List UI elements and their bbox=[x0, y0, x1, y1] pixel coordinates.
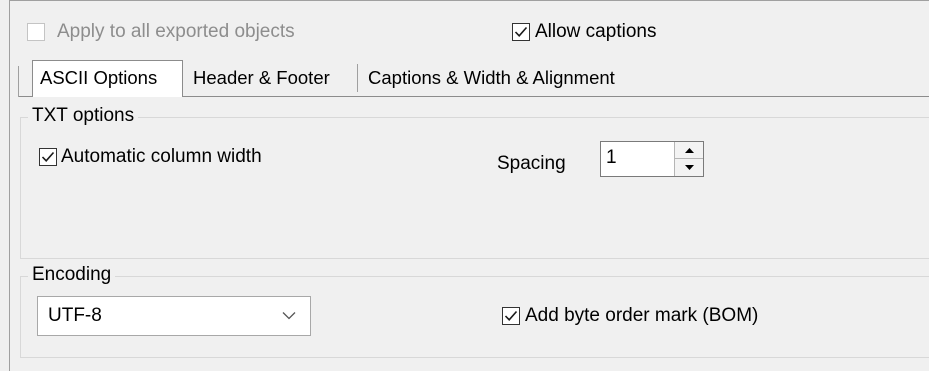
txt-options-group bbox=[20, 117, 929, 259]
allow-captions-label: Allow captions bbox=[535, 21, 657, 42]
checkmark-icon bbox=[514, 26, 528, 37]
tab-strip-left-edge bbox=[18, 66, 19, 97]
panel-top-border bbox=[9, 0, 929, 1]
checkmark-icon bbox=[504, 310, 518, 321]
chevron-down-icon bbox=[282, 312, 296, 320]
spacing-value[interactable]: 1 bbox=[606, 147, 617, 169]
encoding-dropdown-arrow[interactable] bbox=[280, 306, 298, 324]
auto-column-width-label: Automatic column width bbox=[61, 146, 262, 167]
allow-captions-checkbox-box[interactable] bbox=[512, 23, 530, 41]
add-bom-checkbox-box[interactable] bbox=[502, 307, 520, 325]
auto-column-width-checkbox-box[interactable] bbox=[39, 148, 57, 166]
tab-separator bbox=[357, 64, 358, 92]
spacing-label: Spacing bbox=[497, 153, 566, 174]
encoding-selected-value: UTF-8 bbox=[48, 305, 102, 326]
spacing-spinner-buttons bbox=[674, 142, 703, 176]
tab-ascii-options-label: ASCII Options bbox=[40, 67, 158, 88]
spinner-down-icon bbox=[684, 164, 694, 170]
spinner-up-button[interactable] bbox=[675, 142, 703, 159]
add-bom-label: Add byte order mark (BOM) bbox=[525, 305, 759, 326]
txt-options-title: TXT options bbox=[28, 105, 139, 127]
spinner-up-icon bbox=[684, 147, 694, 153]
apply-all-label: Apply to all exported objects bbox=[57, 21, 295, 42]
encoding-title: Encoding bbox=[28, 264, 116, 286]
tab-header-footer-label: Header & Footer bbox=[193, 67, 330, 88]
encoding-dropdown[interactable]: UTF-8 bbox=[37, 296, 311, 336]
panel-left-border bbox=[9, 0, 10, 371]
apply-all-checkbox-box[interactable] bbox=[27, 23, 45, 41]
tab-captions-width-alignment-label: Captions & Width & Alignment bbox=[368, 67, 615, 88]
spinner-down-button[interactable] bbox=[675, 159, 703, 175]
checkmark-icon bbox=[41, 151, 55, 162]
